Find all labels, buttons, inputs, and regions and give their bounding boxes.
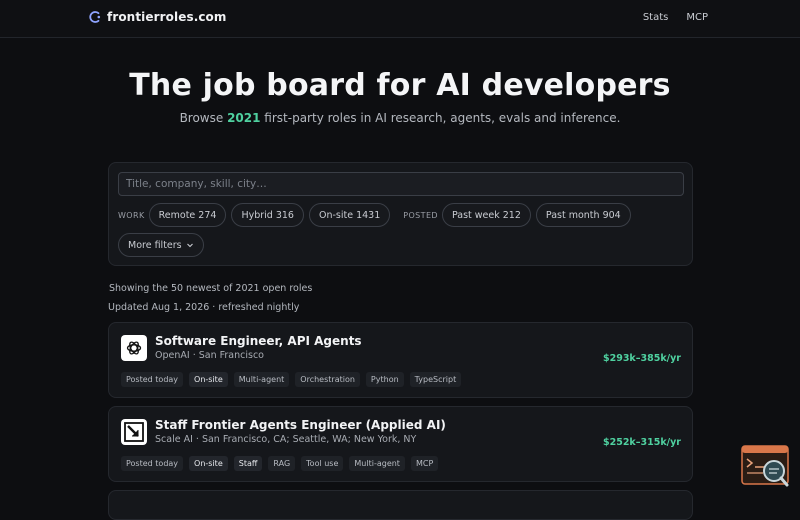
filter-panel: WORK Remote 274 Hybrid 316 On-site 1431 … xyxy=(108,162,693,266)
job-title: Staff Frontier Agents Engineer (Applied … xyxy=(155,418,446,432)
chevron-down-icon xyxy=(186,243,193,248)
tag: Posted today xyxy=(121,456,184,471)
filter-remote-chip[interactable]: Remote 274 xyxy=(148,203,227,227)
openai-logo-icon xyxy=(121,335,147,361)
tag: RAG xyxy=(268,456,296,471)
results-count-text: Showing the 50 newest of 2021 open roles xyxy=(109,283,313,294)
brand-name: frontierroles.com xyxy=(107,10,227,24)
page-title: The job board for AI developers xyxy=(129,68,671,103)
tag: On-site xyxy=(189,456,228,471)
tag: Orchestration xyxy=(295,372,360,387)
filter-past-month-chip[interactable]: Past month 904 xyxy=(535,203,631,227)
filter-past-week-chip[interactable]: Past week 212 xyxy=(441,203,531,227)
tag: MCP xyxy=(410,456,439,471)
scale-logo-icon xyxy=(121,419,147,445)
nav-mcp-link[interactable]: MCP xyxy=(686,12,708,23)
work-group-label: WORK xyxy=(118,210,145,220)
job-tags: Posted today On-site Staff RAG Tool use … xyxy=(121,456,444,471)
tag: Staff xyxy=(233,456,263,471)
tag: Posted today xyxy=(121,372,184,387)
hero-sub-prefix: Browse xyxy=(179,111,228,125)
tag: Multi-agent xyxy=(349,456,405,471)
more-filters-label: More filters xyxy=(128,239,182,251)
filter-onsite-chip[interactable]: On-site 1431 xyxy=(308,203,391,227)
hero-subtitle: Browse 2021 first-party roles in AI rese… xyxy=(0,111,800,125)
top-nav: frontierroles.com Stats MCP xyxy=(0,0,800,38)
tag: Tool use xyxy=(301,456,344,471)
tag: Python xyxy=(365,372,404,387)
posted-group-label: POSTED xyxy=(403,210,438,220)
more-filters-button[interactable]: More filters xyxy=(118,233,204,257)
job-card[interactable]: Staff Frontier Agents Engineer (Applied … xyxy=(108,406,693,482)
tag: Multi-agent xyxy=(233,372,290,387)
job-company-location: Scale AI · San Francisco, CA; Seattle, W… xyxy=(155,434,417,445)
terminal-search-widget-icon[interactable] xyxy=(741,445,791,488)
job-company-location: OpenAI · San Francisco xyxy=(155,350,264,361)
job-card[interactable]: Software Engineer, API Agents OpenAI · S… xyxy=(108,322,693,398)
job-title: Software Engineer, API Agents xyxy=(155,334,362,348)
brand-link[interactable]: frontierroles.com xyxy=(88,10,227,24)
job-salary: $252k–315k/yr xyxy=(602,437,681,448)
tag: TypeScript xyxy=(409,372,462,387)
role-count: 2021 xyxy=(227,111,261,125)
filter-hybrid-chip[interactable]: Hybrid 316 xyxy=(231,203,304,227)
brand-logo-icon xyxy=(89,11,101,23)
nav-stats-link[interactable]: Stats xyxy=(643,12,669,23)
search-input[interactable] xyxy=(118,172,684,196)
job-tags: Posted today On-site Multi-agent Orchest… xyxy=(121,372,467,387)
job-card[interactable] xyxy=(108,490,693,520)
filters-row: WORK Remote 274 Hybrid 316 On-site 1431 … xyxy=(118,203,636,227)
hero-sub-suffix: first-party roles in AI research, agents… xyxy=(260,111,621,125)
tag: On-site xyxy=(189,372,228,387)
updated-text: Updated Aug 1, 2026 · refreshed nightly xyxy=(108,302,300,313)
job-salary: $293k–385k/yr xyxy=(602,353,681,364)
